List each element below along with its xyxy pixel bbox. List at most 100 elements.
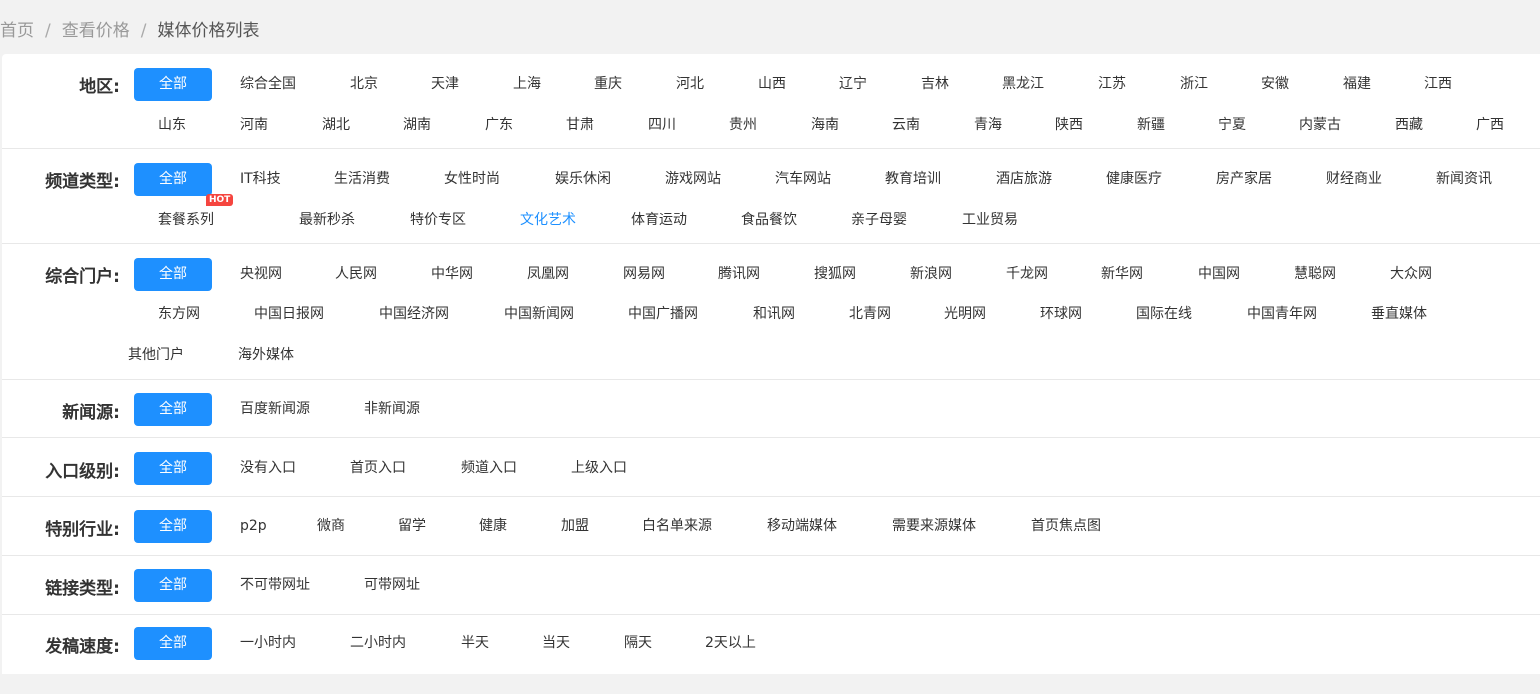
filter-channel-option[interactable]: 游戏网站 — [665, 163, 721, 196]
filter-entry-level-option[interactable]: 首页入口 — [350, 452, 406, 485]
filter-portal-option[interactable]: 央视网 — [240, 258, 282, 291]
filter-link-type-option[interactable]: 可带网址 — [364, 569, 420, 602]
filter-region-option[interactable]: 西藏 — [1395, 109, 1423, 142]
filter-region-option[interactable]: 天津 — [431, 68, 459, 101]
filter-region-option[interactable]: 山东 — [158, 109, 186, 142]
filter-region-option[interactable]: 广东 — [485, 109, 513, 142]
filter-industry-option[interactable]: 白名单来源 — [642, 510, 712, 543]
filter-region-option[interactable]: 陕西 — [1055, 109, 1083, 142]
filter-region-option[interactable]: 河北 — [676, 68, 704, 101]
filter-portal-option[interactable]: 海外媒体 — [238, 339, 294, 372]
filter-region-option[interactable]: 福建 — [1343, 68, 1371, 101]
filter-industry-option[interactable]: 加盟 — [561, 510, 589, 543]
filter-channel-option[interactable]: 教育培训 — [885, 163, 941, 196]
filter-industry-option[interactable]: 留学 — [398, 510, 426, 543]
filter-portal-option[interactable]: 北青网 — [849, 298, 891, 331]
filter-entry-level-option[interactable]: 没有入口 — [240, 452, 296, 485]
filter-speed-option[interactable]: 半天 — [461, 627, 489, 660]
filter-portal-option[interactable]: 环球网 — [1040, 298, 1082, 331]
filter-region-option[interactable]: 四川 — [648, 109, 676, 142]
filter-region-option[interactable]: 浙江 — [1180, 68, 1208, 101]
filter-portal-option[interactable]: 慧聪网 — [1294, 258, 1336, 291]
breadcrumb-view-price[interactable]: 查看价格 — [62, 21, 130, 41]
filter-industry-all[interactable]: 全部 — [134, 510, 212, 543]
filter-region-option[interactable]: 上海 — [513, 68, 541, 101]
filter-industry-option[interactable]: 需要来源媒体 — [892, 510, 976, 543]
filter-portal-option[interactable]: 国际在线 — [1136, 298, 1192, 331]
filter-region-option[interactable]: 宁夏 — [1218, 109, 1246, 142]
filter-link-type-all[interactable]: 全部 — [134, 569, 212, 602]
breadcrumb-home[interactable]: 首页 — [0, 21, 34, 41]
filter-region-option[interactable]: 云南 — [892, 109, 920, 142]
filter-portal-option[interactable]: 东方网 — [158, 298, 200, 331]
filter-region-option[interactable]: 辽宁 — [839, 68, 867, 101]
filter-portal-option[interactable]: 腾讯网 — [718, 258, 760, 291]
filter-portal-option[interactable]: 大众网 — [1390, 258, 1432, 291]
filter-channel-option[interactable]: 健康医疗 — [1106, 163, 1162, 196]
filter-channel-option[interactable]: 最新秒杀 — [299, 204, 355, 237]
filter-speed-option[interactable]: 当天 — [542, 627, 570, 660]
filter-entry-level-all[interactable]: 全部 — [134, 452, 212, 485]
filter-portal-option[interactable]: 其他门户 — [128, 339, 184, 372]
filter-industry-option[interactable]: p2p — [240, 510, 267, 543]
filter-region-option[interactable]: 吉林 — [921, 68, 949, 101]
filter-portal-option[interactable]: 中国经济网 — [379, 298, 449, 331]
filter-portal-option[interactable]: 新浪网 — [910, 258, 952, 291]
filter-portal-option[interactable]: 中国新闻网 — [504, 298, 574, 331]
filter-region-option[interactable]: 新疆 — [1137, 109, 1165, 142]
filter-region-option[interactable]: 山西 — [758, 68, 786, 101]
filter-region-option[interactable]: 综合全国 — [240, 68, 296, 101]
filter-channel-option[interactable]: 工业贸易 — [962, 204, 1018, 237]
filter-region-option[interactable]: 江苏 — [1098, 68, 1126, 101]
filter-portal-option[interactable]: 中华网 — [431, 258, 473, 291]
filter-channel-option[interactable]: 房产家居 — [1216, 163, 1272, 196]
filter-portal-option[interactable]: 人民网 — [335, 258, 377, 291]
filter-speed-option[interactable]: 二小时内 — [350, 627, 406, 660]
filter-region-option[interactable]: 北京 — [350, 68, 378, 101]
filter-industry-option[interactable]: 微商 — [317, 510, 345, 543]
filter-portal-option[interactable]: 中国网 — [1198, 258, 1240, 291]
filter-channel-option[interactable]: 娱乐休闲 — [555, 163, 611, 196]
filter-channel-option[interactable]: 食品餐饮 — [741, 204, 797, 237]
filter-portal-option[interactable]: 网易网 — [623, 258, 665, 291]
filter-industry-option[interactable]: 健康 — [479, 510, 507, 543]
filter-industry-option[interactable]: 首页焦点图 — [1031, 510, 1101, 543]
filter-portal-all[interactable]: 全部 — [134, 258, 212, 291]
filter-region-option[interactable]: 湖北 — [322, 109, 350, 142]
filter-industry-option[interactable]: 移动端媒体 — [767, 510, 837, 543]
filter-portal-option[interactable]: 中国广播网 — [628, 298, 698, 331]
filter-channel-option-active[interactable]: 文化艺术 — [520, 204, 576, 237]
filter-link-type-option[interactable]: 不可带网址 — [240, 569, 310, 602]
filter-region-option[interactable]: 河南 — [240, 109, 268, 142]
filter-news-source-option[interactable]: 非新闻源 — [364, 393, 420, 426]
filter-portal-option[interactable]: 垂直媒体 — [1371, 298, 1427, 331]
filter-region-option[interactable]: 湖南 — [403, 109, 431, 142]
filter-channel-option[interactable]: 亲子母婴 — [851, 204, 907, 237]
filter-channel-option[interactable]: 套餐系列 — [158, 204, 214, 237]
filter-channel-option[interactable]: 生活消费 — [334, 163, 390, 196]
filter-channel-option[interactable]: 女性时尚 — [444, 163, 500, 196]
filter-news-source-all[interactable]: 全部 — [134, 393, 212, 426]
filter-portal-option[interactable]: 千龙网 — [1006, 258, 1048, 291]
filter-region-option[interactable]: 青海 — [974, 109, 1002, 142]
filter-speed-option[interactable]: 2天以上 — [705, 627, 756, 660]
filter-portal-option[interactable]: 光明网 — [944, 298, 986, 331]
filter-channel-option[interactable]: IT科技 — [240, 163, 281, 196]
filter-region-all[interactable]: 全部 — [134, 68, 212, 101]
filter-news-source-option[interactable]: 百度新闻源 — [240, 393, 310, 426]
filter-portal-option[interactable]: 凤凰网 — [527, 258, 569, 291]
filter-region-option[interactable]: 安徽 — [1261, 68, 1289, 101]
filter-portal-option[interactable]: 新华网 — [1101, 258, 1143, 291]
filter-portal-option[interactable]: 中国青年网 — [1247, 298, 1317, 331]
filter-region-option[interactable]: 重庆 — [594, 68, 622, 101]
filter-region-option[interactable]: 贵州 — [729, 109, 757, 142]
filter-region-option[interactable]: 甘肃 — [566, 109, 594, 142]
filter-channel-all[interactable]: 全部 — [134, 163, 212, 196]
filter-region-option[interactable]: 黑龙江 — [1002, 68, 1044, 101]
filter-channel-option[interactable]: 酒店旅游 — [996, 163, 1052, 196]
filter-channel-option[interactable]: 财经商业 — [1326, 163, 1382, 196]
filter-region-option[interactable]: 江西 — [1424, 68, 1452, 101]
filter-region-option[interactable]: 内蒙古 — [1299, 109, 1341, 142]
filter-channel-option[interactable]: 特价专区 — [410, 204, 466, 237]
filter-speed-option[interactable]: 隔天 — [624, 627, 652, 660]
